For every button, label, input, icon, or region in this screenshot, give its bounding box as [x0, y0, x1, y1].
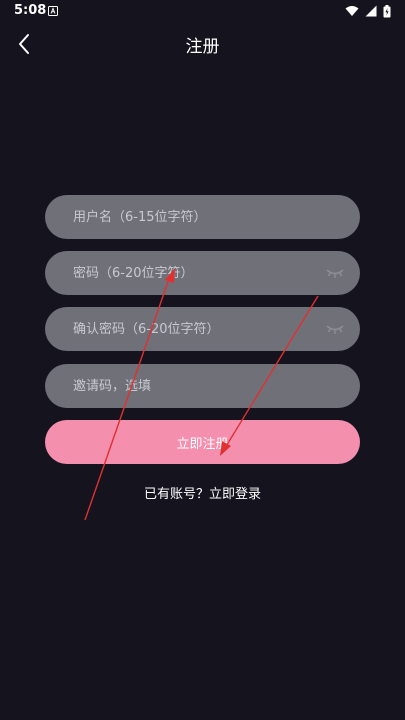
username-input[interactable]: [73, 195, 323, 239]
confirm-password-input[interactable]: [73, 307, 323, 351]
confirm-password-visibility-toggle[interactable]: [324, 321, 346, 337]
status-bar: 5:08: [0, 0, 405, 24]
notification-a-icon: [48, 6, 58, 16]
login-link[interactable]: 已有账号？立即登录: [0, 483, 405, 502]
eye-closed-icon: [326, 269, 344, 278]
eye-closed-icon: [326, 325, 344, 334]
register-button[interactable]: 立即注册: [45, 420, 360, 464]
password-field[interactable]: [45, 251, 360, 295]
password-input[interactable]: [73, 251, 323, 295]
wifi-icon: [345, 6, 359, 16]
status-icons: [345, 4, 391, 18]
page-title: 注册: [185, 37, 220, 57]
confirm-password-field[interactable]: [45, 307, 360, 351]
status-time: 5:08: [14, 3, 47, 18]
signal-icon: [365, 5, 377, 17]
battery-charging-icon: [383, 4, 391, 17]
app-header: 注册: [0, 24, 405, 64]
invite-code-input[interactable]: [73, 364, 323, 408]
invite-code-field[interactable]: [45, 364, 360, 408]
username-field[interactable]: [45, 195, 360, 239]
password-visibility-toggle[interactable]: [324, 265, 346, 281]
annotation-overlay: [84, 268, 319, 521]
